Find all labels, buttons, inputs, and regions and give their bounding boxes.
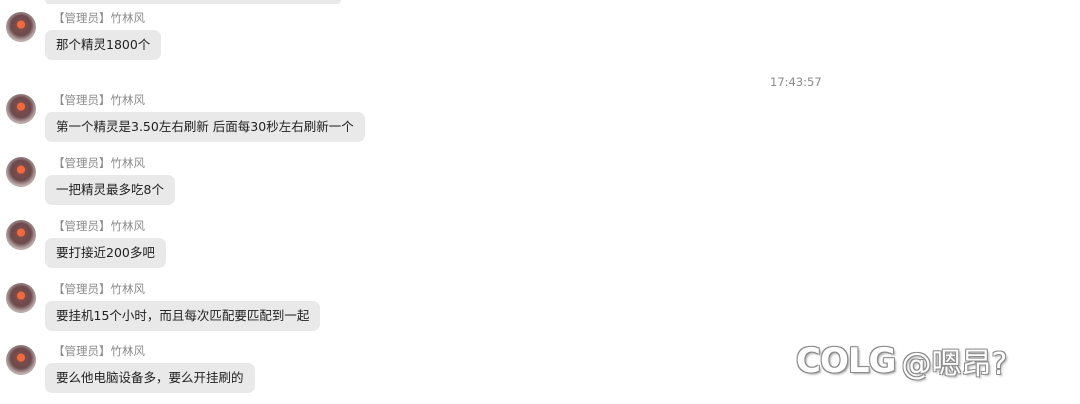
- message-bubble[interactable]: 要么他电脑设备多，要么开挂刷的: [45, 363, 255, 393]
- previous-message-bubble-edge: [45, 0, 341, 4]
- sender-name: 【管理员】竹林风: [53, 11, 145, 25]
- sender-name: 【管理员】竹林风: [53, 344, 145, 358]
- message-bubble[interactable]: 一把精灵最多吃8个: [45, 175, 175, 205]
- avatar[interactable]: [6, 157, 36, 187]
- sender-name: 【管理员】竹林风: [53, 282, 145, 296]
- message-bubble[interactable]: 要打接近200多吧: [45, 238, 166, 268]
- avatar[interactable]: [6, 283, 36, 313]
- sender-name: 【管理员】竹林风: [53, 156, 145, 170]
- avatar[interactable]: [6, 345, 36, 375]
- watermark-handle: @嗯昂?: [901, 347, 1008, 382]
- watermark: COLG @嗯昂?: [796, 338, 1007, 384]
- message-bubble[interactable]: 那个精灵1800个: [45, 30, 162, 60]
- message-timestamp: 17:43:57: [770, 75, 822, 89]
- sender-name: 【管理员】竹林风: [53, 219, 145, 233]
- sender-name: 【管理员】竹林风: [53, 93, 145, 107]
- avatar[interactable]: [6, 12, 36, 42]
- watermark-logo: COLG: [796, 341, 896, 381]
- message-bubble[interactable]: 要挂机15个小时，而且每次匹配要匹配到一起: [45, 301, 321, 331]
- avatar[interactable]: [6, 94, 36, 124]
- avatar[interactable]: [6, 220, 36, 250]
- message-bubble[interactable]: 第一个精灵是3.50左右刷新 后面每30秒左右刷新一个: [45, 112, 365, 142]
